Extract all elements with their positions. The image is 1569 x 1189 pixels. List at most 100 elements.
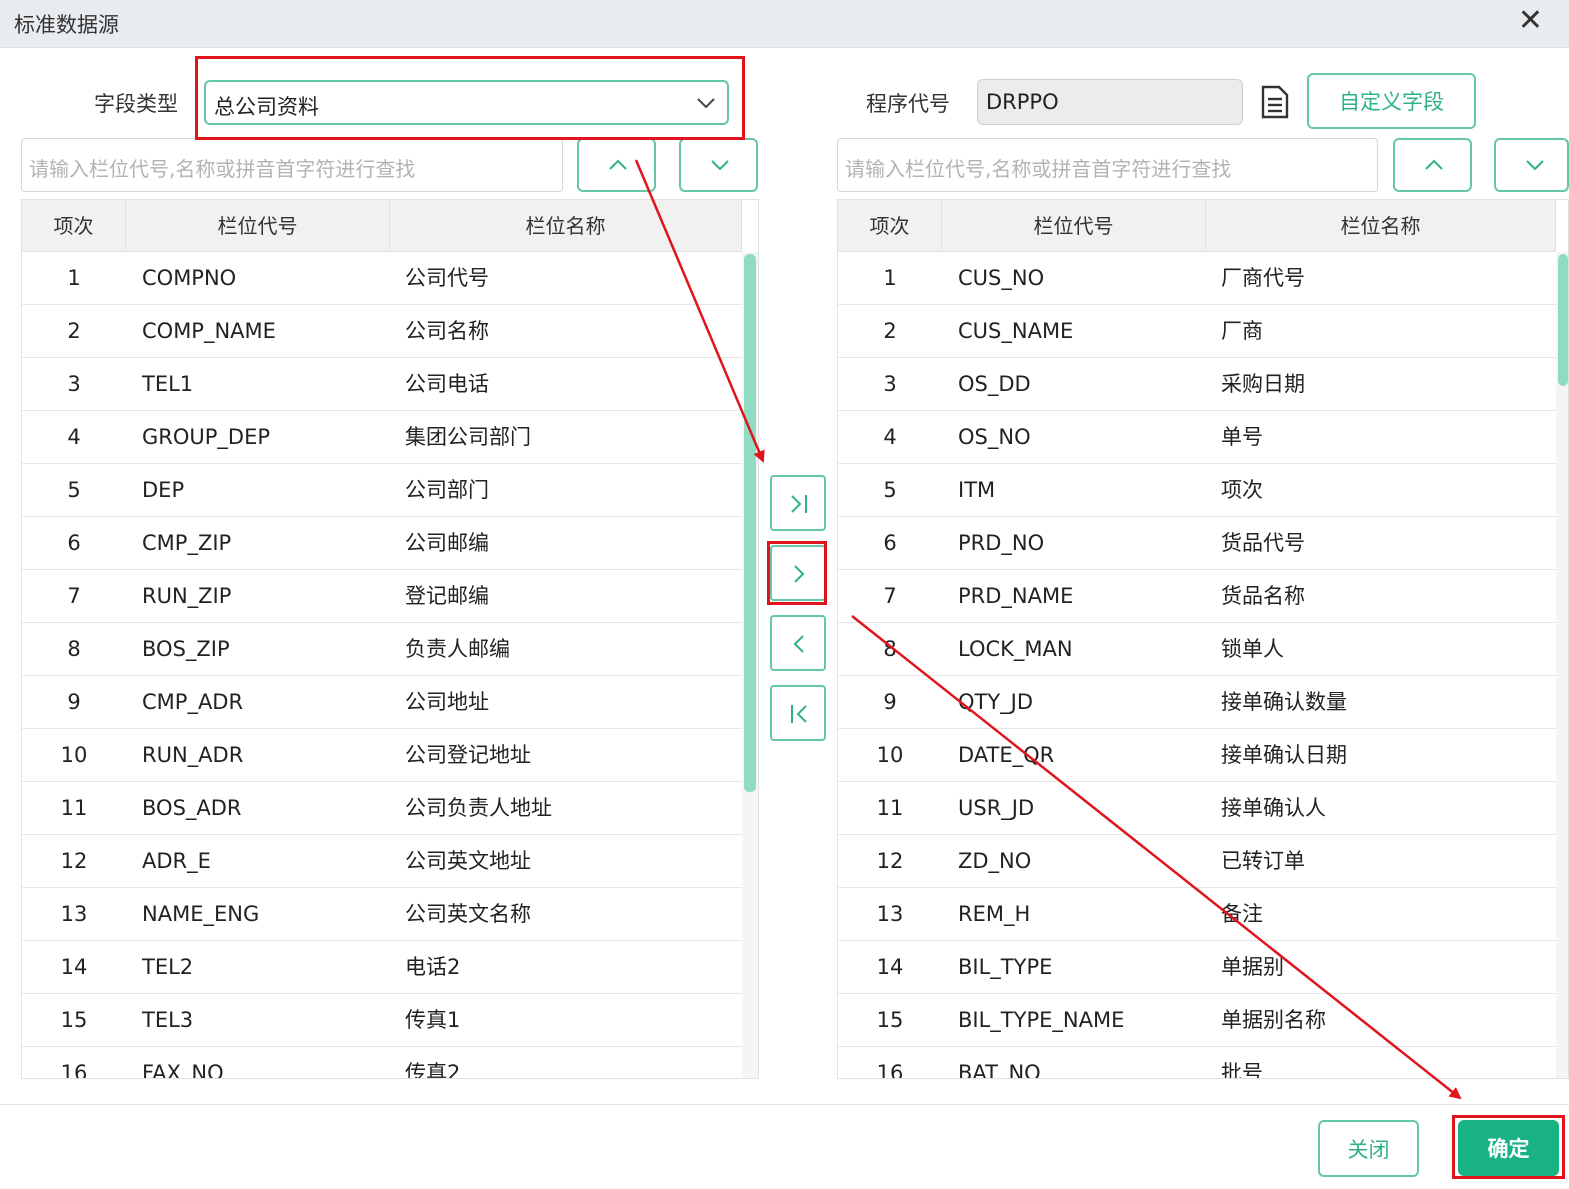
- right-search-placeholder: 请输入栏位代号,名称或拼音首字符进行查找: [845, 157, 1232, 181]
- field-type-label: 字段类型: [94, 92, 178, 116]
- table-row[interactable]: 2 COMP_NAME 公司名称: [22, 305, 742, 358]
- move-left-button[interactable]: [770, 615, 826, 671]
- row-field-code: TEL1: [142, 372, 194, 396]
- move-all-right-icon: [791, 495, 807, 513]
- row-index: 10: [60, 743, 88, 767]
- left-down-button[interactable]: [679, 138, 758, 192]
- move-right-button[interactable]: [770, 545, 826, 601]
- table-row[interactable]: 10 DATE_QR 接单确认日期: [838, 729, 1556, 782]
- left-up-button[interactable]: [577, 138, 656, 192]
- row-index: 9: [883, 690, 897, 714]
- row-field-name: 货品代号: [1221, 531, 1305, 555]
- column-header-code[interactable]: 栏位代号: [942, 200, 1206, 252]
- chevron-up-icon: [1425, 159, 1443, 170]
- column-header-name[interactable]: 栏位名称: [390, 200, 742, 252]
- row-index: 8: [67, 637, 81, 661]
- row-index: 12: [60, 849, 88, 873]
- table-row[interactable]: 5 DEP 公司部门: [22, 464, 742, 517]
- right-down-button[interactable]: [1494, 138, 1569, 192]
- table-row[interactable]: 13 REM_H 备注: [838, 888, 1556, 941]
- dialog-title: 标准数据源: [14, 13, 119, 37]
- column-header-index[interactable]: 项次: [838, 200, 942, 252]
- table-row[interactable]: 14 BIL_TYPE 单据别: [838, 941, 1556, 994]
- row-field-code: DEP: [142, 478, 185, 502]
- table-row[interactable]: 11 BOS_ADR 公司负责人地址: [22, 782, 742, 835]
- table-row[interactable]: 16 FAX_NO 传真2: [22, 1047, 742, 1079]
- row-field-code: BAT_NO: [958, 1061, 1041, 1079]
- row-index: 5: [883, 478, 897, 502]
- row-field-name: 电话2: [405, 955, 461, 979]
- table-row[interactable]: 8 LOCK_MAN 锁单人: [838, 623, 1556, 676]
- table-row[interactable]: 1 CUS_NO 厂商代号: [838, 252, 1556, 305]
- document-icon[interactable]: [1260, 85, 1290, 119]
- table-row[interactable]: 14 TEL2 电话2: [22, 941, 742, 994]
- right-scrollbar-thumb[interactable]: [1558, 254, 1568, 386]
- right-table-header: 项次 栏位代号 栏位名称: [838, 200, 1556, 252]
- row-field-code: RUN_ZIP: [142, 584, 232, 608]
- table-row[interactable]: 6 CMP_ZIP 公司邮编: [22, 517, 742, 570]
- table-row[interactable]: 9 QTY_JD 接单确认数量: [838, 676, 1556, 729]
- column-header-index[interactable]: 项次: [22, 200, 126, 252]
- column-header-code[interactable]: 栏位代号: [126, 200, 390, 252]
- table-row[interactable]: 8 BOS_ZIP 负责人邮编: [22, 623, 742, 676]
- table-row[interactable]: 15 TEL3 传真1: [22, 994, 742, 1047]
- row-field-name: 公司名称: [405, 319, 489, 343]
- chevron-left-icon: [793, 635, 804, 653]
- row-field-name: 公司英文名称: [405, 902, 531, 926]
- right-up-button[interactable]: [1393, 138, 1472, 192]
- row-index: 6: [67, 531, 81, 555]
- field-type-select[interactable]: 总公司资料: [204, 80, 729, 125]
- table-row[interactable]: 13 NAME_ENG 公司英文名称: [22, 888, 742, 941]
- table-row[interactable]: 3 OS_DD 采购日期: [838, 358, 1556, 411]
- row-field-name: 公司登记地址: [405, 743, 531, 767]
- table-row[interactable]: 7 RUN_ZIP 登记邮编: [22, 570, 742, 623]
- chevron-down-icon: [697, 98, 715, 109]
- row-field-code: TEL2: [142, 955, 194, 979]
- row-index: 15: [876, 1008, 904, 1032]
- table-row[interactable]: 4 GROUP_DEP 集团公司部门: [22, 411, 742, 464]
- table-row[interactable]: 4 OS_NO 单号: [838, 411, 1556, 464]
- field-type-value: 总公司资料: [214, 95, 319, 119]
- move-all-left-button[interactable]: [770, 685, 826, 741]
- table-row[interactable]: 15 BIL_TYPE_NAME 单据别名称: [838, 994, 1556, 1047]
- row-field-code: TEL3: [142, 1008, 194, 1032]
- left-table-header: 项次 栏位代号 栏位名称: [22, 200, 742, 252]
- move-all-right-button[interactable]: [770, 475, 826, 531]
- right-scrollbar[interactable]: [1556, 252, 1568, 1078]
- program-code-input[interactable]: DRPPO: [977, 79, 1243, 125]
- row-index: 2: [883, 319, 897, 343]
- row-index: 7: [883, 584, 897, 608]
- table-row[interactable]: 9 CMP_ADR 公司地址: [22, 676, 742, 729]
- table-row[interactable]: 12 ZD_NO 已转订单: [838, 835, 1556, 888]
- table-row[interactable]: 16 BAT_NO 批号: [838, 1047, 1556, 1079]
- move-all-left-icon: [791, 705, 807, 723]
- table-row[interactable]: 11 USR_JD 接单确认人: [838, 782, 1556, 835]
- column-header-name[interactable]: 栏位名称: [1206, 200, 1556, 252]
- row-field-name: 公司邮编: [405, 531, 489, 555]
- left-search-input[interactable]: 请输入栏位代号,名称或拼音首字符进行查找: [21, 138, 563, 192]
- row-field-code: PRD_NAME: [958, 584, 1074, 608]
- table-row[interactable]: 2 CUS_NAME 厂商: [838, 305, 1556, 358]
- row-field-code: OS_DD: [958, 372, 1031, 396]
- table-row[interactable]: 7 PRD_NAME 货品名称: [838, 570, 1556, 623]
- close-icon[interactable]: ✕: [1518, 6, 1543, 36]
- left-scrollbar-thumb[interactable]: [744, 254, 756, 792]
- row-field-name: 传真2: [405, 1061, 461, 1079]
- table-row[interactable]: 3 TEL1 公司电话: [22, 358, 742, 411]
- row-field-code: ZD_NO: [958, 849, 1032, 873]
- custom-field-button[interactable]: 自定义字段: [1307, 73, 1476, 129]
- row-field-name: 单据别名称: [1221, 1008, 1326, 1032]
- footer-divider: [0, 1104, 1569, 1105]
- close-button[interactable]: 关闭: [1318, 1120, 1419, 1177]
- row-field-name: 备注: [1221, 902, 1263, 926]
- right-search-input[interactable]: 请输入栏位代号,名称或拼音首字符进行查找: [837, 138, 1378, 192]
- table-row[interactable]: 12 ADR_E 公司英文地址: [22, 835, 742, 888]
- table-row[interactable]: 6 PRD_NO 货品代号: [838, 517, 1556, 570]
- left-scrollbar[interactable]: [742, 252, 758, 1078]
- table-row[interactable]: 10 RUN_ADR 公司登记地址: [22, 729, 742, 782]
- row-field-name: 厂商代号: [1221, 266, 1305, 290]
- table-row[interactable]: 1 COMPNO 公司代号: [22, 252, 742, 305]
- row-field-code: GROUP_DEP: [142, 425, 271, 449]
- confirm-button[interactable]: 确定: [1458, 1120, 1559, 1176]
- table-row[interactable]: 5 ITM 项次: [838, 464, 1556, 517]
